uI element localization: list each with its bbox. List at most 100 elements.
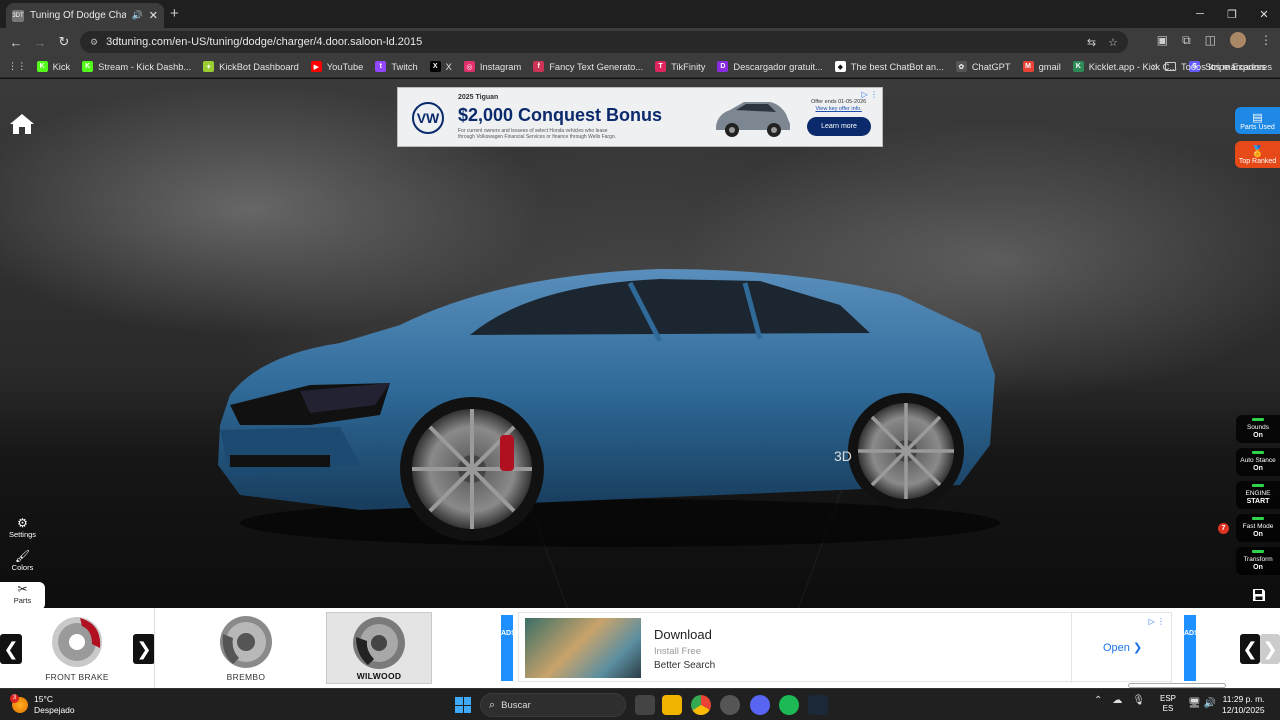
bookmark-label: Stream - Kick Dashb... xyxy=(98,61,192,72)
ad-offer-link[interactable]: View key offer info. xyxy=(811,106,866,113)
bookmark-item[interactable]: ✦ KickBot Dashboard xyxy=(203,61,299,72)
file-explorer-icon[interactable] xyxy=(662,695,682,715)
toggle-value: On xyxy=(1253,564,1263,571)
bookmark-item[interactable]: ▶ YouTube xyxy=(310,61,363,72)
bottom-ad-banner[interactable]: Download Install Free Better Search Open… xyxy=(518,612,1172,683)
microphone-icon[interactable]: 🎙 xyxy=(1132,695,1145,706)
windows-taskbar: 3 15°C Despejado ⌕ Buscar ⌃ ☁ 🎙 ESP ES 🖥… xyxy=(0,688,1280,720)
ad-line3: Better Search xyxy=(654,660,716,671)
browser-tab[interactable]: 3DT Tuning Of Dodge Charger 4 🔊 ✕ xyxy=(6,3,164,28)
part-wilwood[interactable]: WILWOOD xyxy=(326,612,432,684)
toggle-fast-mode[interactable]: Fast Mode On xyxy=(1236,514,1280,542)
taskbar-search[interactable]: ⌕ Buscar xyxy=(480,693,626,717)
translate-icon[interactable]: ⇆ xyxy=(1087,36,1096,49)
brake-disc-icon xyxy=(220,616,272,668)
top-ad-banner[interactable]: VW 2025 Tiguan $2,000 Conquest Bonus For… xyxy=(397,87,883,147)
site-info-icon[interactable]: ⚙ xyxy=(90,37,98,48)
prev-category-button[interactable]: ❮ xyxy=(0,634,22,664)
bookmark-item[interactable]: XX xyxy=(429,61,452,72)
paint-icon: 🖌 xyxy=(14,549,31,563)
tray-overflow-icon[interactable]: ⌃ xyxy=(1094,695,1102,706)
new-tab-button[interactable]: + xyxy=(170,5,179,22)
chrome-icon[interactable] xyxy=(691,695,711,715)
spotify-icon[interactable] xyxy=(779,695,799,715)
next-part-button[interactable]: ❯ xyxy=(1260,634,1280,664)
restore-icon[interactable]: ❐ xyxy=(1216,0,1248,28)
notification-badge[interactable]: 7 xyxy=(1218,523,1229,534)
part-front-brake[interactable]: FRONT BRAKE xyxy=(24,612,130,684)
toggle-engine[interactable]: ENGINE START xyxy=(1236,481,1280,509)
prev-part-button[interactable]: ❮ xyxy=(1240,634,1260,664)
part-label: FRONT BRAKE xyxy=(45,672,109,682)
bookmark-item[interactable]: T TikFinity xyxy=(655,61,705,72)
close-tab-icon[interactable]: ✕ xyxy=(149,9,158,22)
screen: 3DT Tuning Of Dodge Charger 4 🔊 ✕ + ─ ❐ … xyxy=(0,0,1280,720)
profile-avatar[interactable] xyxy=(1230,32,1246,48)
adchoices-icon[interactable]: ▷ ⋮ xyxy=(1149,617,1165,626)
address-bar[interactable]: ⚙ 3dtuning.com/en-US/tuning/dodge/charge… xyxy=(80,31,1128,53)
minimize-icon[interactable]: ─ xyxy=(1184,0,1216,28)
car-model-image[interactable]: 3D xyxy=(200,255,1010,555)
next-category-button[interactable]: ❯ xyxy=(133,634,155,664)
part-brembo[interactable]: BREMBO xyxy=(193,612,299,684)
bookmark-item[interactable]: ◆ The best ChatBot an... xyxy=(834,61,944,72)
settings-menu-button[interactable]: ⚙ Settings xyxy=(0,516,45,544)
steam-icon[interactable] xyxy=(808,695,828,715)
weather-widget[interactable]: 3 15°C Despejado xyxy=(10,694,75,716)
close-window-icon[interactable]: ✕ xyxy=(1248,0,1280,28)
ad-offer-date: Offer ends 01-05-2026 xyxy=(811,99,867,105)
learn-more-button[interactable]: Learn more xyxy=(807,117,871,136)
parts-menu-button[interactable]: ✂ Parts xyxy=(0,582,45,610)
bookmark-label: ChatGPT xyxy=(971,61,1011,72)
extension-icon[interactable]: ▣ xyxy=(1157,33,1168,47)
save-icon[interactable] xyxy=(1252,588,1266,602)
part-label: BREMBO xyxy=(226,672,266,682)
reload-icon[interactable]: ↻ xyxy=(52,34,76,50)
bookmark-favicon-icon: ✦ xyxy=(203,61,215,72)
toggle-label: Fast Mode xyxy=(1242,523,1274,530)
bookmark-item[interactable]: K Kick xyxy=(36,61,70,72)
toggle-auto-stance[interactable]: Auto Stance On xyxy=(1236,448,1280,476)
windows-start-icon[interactable] xyxy=(455,697,471,713)
bookmark-item[interactable]: f Fancy Text Generato... xyxy=(533,61,643,72)
bookmark-item[interactable]: D Descargador gratuit... xyxy=(717,61,823,72)
bookmark-favicon-icon: ▶ xyxy=(310,61,322,72)
bookmarks-overflow-icon[interactable]: » xyxy=(1152,61,1158,73)
bookmark-star-icon[interactable]: ☆ xyxy=(1108,36,1118,49)
back-icon[interactable]: ← xyxy=(4,35,28,50)
window-controls: ─ ❐ ✕ xyxy=(1184,0,1280,28)
adchoices-icon[interactable]: ▷ ⋮ xyxy=(862,90,878,99)
parts-used-button[interactable]: ▤ Parts Used xyxy=(1235,107,1280,134)
network-volume-icons[interactable]: 🖥 🔊 xyxy=(1188,698,1216,709)
side-panel-icon[interactable]: ◫ xyxy=(1205,33,1216,47)
all-bookmarks-button[interactable]: Todos los marcadores xyxy=(1165,62,1272,72)
toggle-label: Sounds xyxy=(1246,424,1270,431)
bookmark-item[interactable]: t Twitch xyxy=(375,61,418,72)
puzzle-icon[interactable]: ⧉ xyxy=(1182,33,1191,48)
search-placeholder: Buscar xyxy=(501,699,531,711)
language-indicator[interactable]: ESP ES xyxy=(1160,694,1176,714)
taskbar-clock[interactable]: 11:29 p. m. 12/10/2025 xyxy=(1222,694,1265,716)
colors-menu-button[interactable]: 🖌 Colors xyxy=(0,549,45,577)
toggle-transform[interactable]: Transform On xyxy=(1236,547,1280,575)
tray-app-icon[interactable]: ☁ xyxy=(1112,695,1122,706)
bookmark-item[interactable]: K Kicklet.app - Kick C... xyxy=(1072,61,1177,72)
task-view-icon[interactable] xyxy=(635,695,655,715)
toggle-sounds[interactable]: Sounds On xyxy=(1236,415,1280,443)
bookmark-item[interactable]: ◎ Instagram xyxy=(463,61,521,72)
forward-icon[interactable]: → xyxy=(28,35,52,50)
top-ranked-button[interactable]: 🏅 Top Ranked xyxy=(1235,141,1280,168)
lang-bottom: ES xyxy=(1162,704,1174,713)
bookmark-item[interactable]: K Stream - Kick Dashb... xyxy=(82,61,191,72)
bookmark-item[interactable]: ✿ ChatGPT xyxy=(955,61,1011,72)
bookmark-item[interactable]: Mgmail xyxy=(1022,61,1061,72)
bookmark-label: Descargador gratuit... xyxy=(733,61,823,72)
ad-open-button[interactable]: Open ❯ xyxy=(1103,641,1142,654)
home-icon[interactable] xyxy=(8,112,36,136)
app-icon[interactable] xyxy=(720,695,740,715)
menu-kebab-icon[interactable]: ⋮ xyxy=(1260,33,1272,47)
apps-grid-icon[interactable]: ⋮⋮ xyxy=(8,61,27,72)
parts-label: Parts xyxy=(13,596,32,605)
speaker-icon[interactable]: 🔊 xyxy=(132,10,143,21)
discord-icon[interactable] xyxy=(750,695,770,715)
